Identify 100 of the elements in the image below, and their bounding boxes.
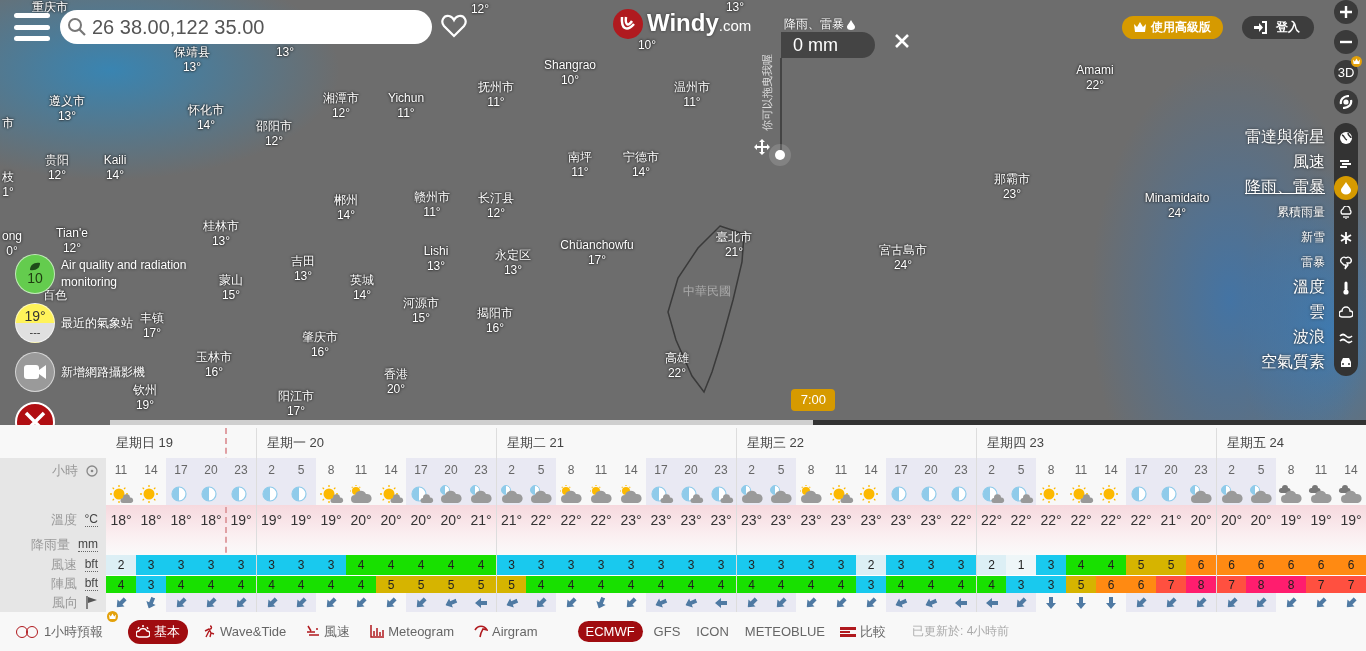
city-temperature: 11°	[683, 95, 701, 110]
wind-speed-value: 1	[1006, 555, 1036, 575]
model-tab[interactable]: METEOBLUE	[739, 621, 831, 642]
unit-label[interactable]: bft	[84, 577, 98, 591]
hour-label: 14	[1104, 463, 1118, 477]
city-temperature: 22°	[667, 366, 687, 381]
temperature-value: 18°	[169, 511, 193, 530]
wind-speed-value: 3	[646, 555, 676, 575]
side-button-label: 最近的氣象站	[61, 314, 133, 332]
cloud-icon[interactable]	[1339, 305, 1353, 320]
row-label: 風向	[52, 593, 78, 612]
menu-icon[interactable]	[14, 13, 50, 41]
temperature-value: 20°	[349, 511, 373, 530]
model-tab[interactable]: GFS	[648, 621, 686, 642]
lightning-icon[interactable]	[1339, 255, 1353, 270]
wind-gust-value: 5	[406, 575, 436, 593]
temperature-value: 18°	[139, 511, 163, 530]
model-tab[interactable]: ECMWF	[577, 621, 643, 642]
wind-gust-value: 4	[916, 575, 946, 593]
login-icon	[1254, 21, 1268, 34]
city-temperature: 0°	[6, 244, 18, 259]
temperature-value: 18°	[109, 511, 133, 530]
hour-label: 23	[954, 463, 968, 477]
city-temperature: 13°	[211, 234, 231, 249]
temperature-value: 22°	[559, 511, 583, 530]
unit-label[interactable]: bft	[84, 558, 98, 572]
layer-menu-item[interactable]: 新雪	[1301, 229, 1325, 246]
city-temperature: 14°	[352, 288, 372, 303]
hour-label: 20	[924, 463, 938, 477]
hour-label: 20	[684, 463, 698, 477]
weather-station-button[interactable]: 19° ---	[15, 303, 55, 343]
city-name: 揭阳市	[477, 306, 513, 321]
wind-gust-value: 4	[556, 575, 586, 593]
webcam-button[interactable]	[15, 352, 55, 392]
car-icon[interactable]	[1339, 355, 1353, 370]
layer-menu-item[interactable]: 降雨、雷暴	[1245, 177, 1325, 198]
view-tab[interactable]: 基本	[128, 619, 188, 644]
unit-label[interactable]: mm	[78, 538, 98, 552]
snowflake-icon[interactable]	[1339, 230, 1353, 245]
hurricane-icon	[1339, 95, 1353, 109]
city-name: 肇庆市	[302, 330, 338, 345]
zoom-in-button[interactable]	[1334, 0, 1358, 24]
heart-icon[interactable]	[441, 14, 467, 38]
3d-button[interactable]: 3D	[1334, 60, 1358, 84]
view-tab[interactable]: 風速	[300, 619, 357, 644]
wind-speed-value: 2	[856, 555, 886, 575]
zoom-out-button[interactable]	[1334, 30, 1358, 54]
model-tab[interactable]: ICON	[691, 621, 734, 642]
hour-label: 8	[567, 463, 575, 477]
city-temperature: 11°	[571, 165, 589, 180]
move-icon[interactable]	[754, 139, 770, 155]
timeline-track[interactable]	[110, 420, 1366, 425]
layer-menu-item[interactable]: 累積雨量	[1277, 204, 1325, 221]
login-button[interactable]: 登入	[1242, 16, 1314, 39]
temperature-value: 19°	[259, 511, 284, 530]
hour-label: 23	[714, 463, 728, 477]
view-tab[interactable]: Meteogram	[364, 621, 460, 642]
hurricane-button[interactable]	[1334, 90, 1358, 114]
temperature-value: 23°	[799, 511, 823, 530]
layer-menu-item[interactable]: 雲	[1309, 302, 1325, 323]
wind-gust-value: 4	[286, 575, 316, 593]
city-name: 臺北市	[716, 230, 752, 245]
layer-menu-item[interactable]: 空氣質素	[1261, 352, 1325, 373]
temperature-value: 23°	[829, 511, 853, 530]
wind-speed-value: 3	[737, 555, 766, 575]
close-icon[interactable]	[893, 32, 911, 50]
city-temperature: 11°	[487, 95, 505, 110]
view-tab[interactable]: Airgram	[468, 621, 544, 642]
layer-menu-item[interactable]: 溫度	[1293, 277, 1325, 298]
temperature-value: 19°	[229, 511, 253, 530]
city-temperature: 13°	[293, 269, 313, 284]
wind-speed-value: 2	[106, 555, 136, 575]
picker-handle[interactable]	[775, 150, 785, 160]
city-temperature: 12°	[62, 241, 82, 256]
wind-speed-value: 4	[406, 555, 436, 575]
layer-menu-item[interactable]: 雷暴	[1301, 254, 1325, 271]
temperature-value: 22°	[589, 511, 613, 530]
temperature-value: 20°	[1249, 511, 1273, 530]
unit-label[interactable]: °C	[84, 513, 98, 527]
globe-icon[interactable]	[1339, 130, 1353, 145]
layer-menu-item[interactable]: 雷達與衛星	[1245, 127, 1325, 148]
wind-gust-value: 4	[316, 575, 346, 593]
view-tab[interactable]: Wave&Tide	[196, 621, 293, 642]
city-temperature: 11°	[397, 106, 415, 121]
city-name: 宁德市	[623, 150, 659, 165]
hour-label: 17	[654, 463, 668, 477]
hour-label: 5	[777, 463, 785, 477]
temperature-value: 22°	[1009, 511, 1033, 530]
city-name: Lishi	[423, 244, 449, 259]
city-temperature: 13°	[182, 60, 202, 75]
rain-cloud-icon[interactable]	[1339, 205, 1353, 220]
compare-button[interactable]: 比較	[836, 619, 891, 644]
layer-menu-item[interactable]: 波浪	[1293, 327, 1325, 348]
hour-label: 23	[1194, 463, 1208, 477]
hour-label: 23	[474, 463, 488, 477]
day-label: 星期三 22	[747, 434, 805, 452]
temperature-value: 23°	[889, 511, 913, 530]
layer-menu-item[interactable]: 風速	[1293, 152, 1325, 173]
plus-icon	[1340, 6, 1352, 18]
hour-label: 11	[1314, 463, 1328, 477]
